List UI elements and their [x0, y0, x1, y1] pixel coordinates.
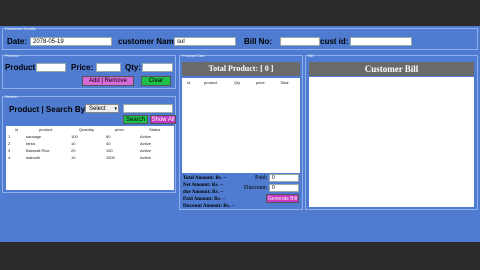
table-header-quantity: Quantity — [79, 127, 94, 132]
bill-no-field[interactable] — [280, 37, 320, 46]
bill-group: Bill Customer Bill — [305, 53, 478, 210]
cart-header-product: product — [204, 80, 218, 85]
billing-app-window: Customer Details Date: 2078-05-19 custom… — [0, 26, 480, 242]
cust-id-label: cust id: — [320, 37, 349, 46]
discount-label: Discount: — [244, 185, 268, 191]
cart-table: Id product Qty price Total — [182, 78, 300, 173]
table-cell[interactable]: 40 — [106, 141, 110, 146]
table-cell[interactable]: 3 — [8, 148, 10, 153]
product-field[interactable] — [36, 63, 66, 72]
cart-header-id: Id — [187, 80, 191, 85]
cart-header-price: price — [256, 80, 265, 85]
total-product-title: Total Product: [ 0 ] — [182, 62, 300, 76]
table-cell[interactable]: Basmati Rice — [26, 148, 50, 153]
table-cell[interactable]: fanta — [26, 141, 35, 146]
table-header-product: product — [39, 127, 53, 132]
customer-details-legend: Customer Details — [5, 26, 36, 31]
table-cell[interactable]: 150 — [106, 148, 113, 153]
due-amount-text: due Amount: Rs. -- — [183, 190, 224, 195]
price-field[interactable] — [96, 63, 121, 72]
product-label: Product: — [5, 63, 38, 72]
cart-header-qty: Qty — [234, 80, 241, 85]
total-amount-text: Total Amount: Rs. -- — [183, 176, 227, 181]
product-legend: Product — [5, 53, 19, 58]
table-header-id: id — [15, 127, 19, 132]
table-cell[interactable]: 1 — [8, 134, 10, 139]
generate-bill-button[interactable]: Generate Bill — [266, 194, 299, 203]
add-remove-button[interactable]: Add | Remove — [82, 76, 134, 86]
product-cart-legend: Product Cart — [182, 53, 205, 58]
paid-field[interactable]: 0 — [269, 174, 299, 182]
product-cart-group: Product Cart Total Product: [ 0 ] Id pro… — [179, 53, 303, 210]
search-legend: Search — [5, 94, 18, 99]
customer-name-label: customer Name: — [118, 37, 181, 46]
search-by-select-value: Select — [89, 106, 106, 112]
bottom-bar — [0, 242, 480, 270]
customer-name-field[interactable]: sul — [174, 37, 236, 46]
title-bar — [0, 0, 480, 26]
chevron-down-icon: ▾ — [114, 106, 117, 112]
show-all-button[interactable]: Show All — [150, 115, 176, 124]
table-cell[interactable]: 10 — [71, 155, 75, 160]
customer-bill-title: Customer Bill — [309, 62, 474, 76]
bill-no-label: Bill No: — [244, 37, 272, 46]
search-button[interactable]: Search — [123, 115, 148, 124]
search-by-select[interactable]: Select ▾ — [85, 104, 119, 113]
bill-legend: Bill — [308, 53, 314, 58]
cust-id-field[interactable] — [350, 37, 412, 46]
discount-field[interactable]: 0 — [269, 184, 299, 192]
net-amount-text: Net Amount: Rs. -- — [183, 183, 224, 188]
bill-area[interactable] — [309, 77, 474, 207]
table-cell[interactable]: 20 — [71, 148, 75, 153]
table-cell[interactable]: dalmoth — [26, 155, 40, 160]
paid-amount-text: Paid Amount: Rs. -- — [183, 197, 226, 202]
table-header-status: Status — [149, 127, 161, 132]
discount-amount-text: Discount Amount: Rs. -- — [183, 204, 235, 209]
table-cell[interactable]: 100 — [71, 134, 78, 139]
table-cell[interactable]: 2 — [8, 141, 10, 146]
qty-label: Qty: — [125, 63, 141, 72]
table-cell[interactable]: 4 — [8, 155, 10, 160]
table-cell[interactable]: sausage — [26, 134, 41, 139]
product-table: id product Quantity price Status 1 sausa… — [6, 126, 174, 190]
table-header-price: price — [115, 127, 124, 132]
table-cell[interactable]: Active — [140, 141, 151, 146]
table-cell[interactable]: 10 — [71, 141, 75, 146]
cart-header-total: Total — [280, 80, 289, 85]
table-cell[interactable]: Active — [140, 134, 151, 139]
paid-label: Paid: — [255, 175, 268, 181]
product-group: Product Product: Price: Qty: Add | Remov… — [2, 53, 176, 89]
table-cell[interactable]: 1500 — [106, 155, 115, 160]
customer-details-group: Customer Details Date: 2078-05-19 custom… — [2, 26, 478, 50]
qty-field[interactable] — [142, 63, 173, 72]
clear-button[interactable]: Clear — [141, 76, 171, 86]
date-label: Date: — [7, 37, 28, 46]
price-label: Price: — [71, 63, 94, 72]
search-group: Search Product | Search By : Select ▾ Se… — [2, 94, 176, 193]
table-cell[interactable]: Active — [140, 155, 151, 160]
table-cell[interactable]: Active — [140, 148, 151, 153]
date-field[interactable]: 2078-05-19 — [30, 37, 112, 46]
table-cell[interactable]: 60 — [106, 134, 110, 139]
search-input[interactable] — [123, 104, 173, 113]
search-by-title: Product | Search By : — [9, 105, 90, 114]
